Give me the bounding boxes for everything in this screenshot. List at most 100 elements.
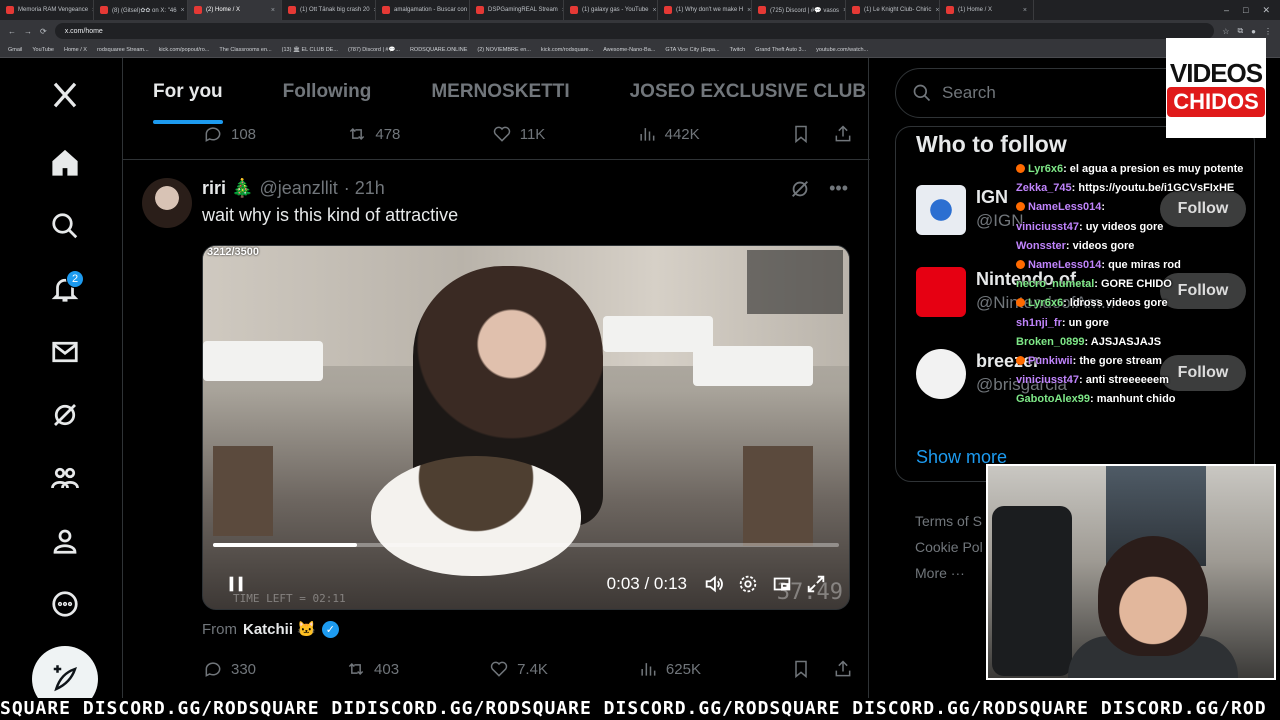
bookmark-item[interactable]: Grand Theft Auto 3... — [755, 47, 806, 53]
browser-tab[interactable]: (8) (Gitsel)✿✿ on X: "46 × — [94, 0, 188, 20]
bookmark-item[interactable]: rodsquaree Stream... — [97, 47, 149, 53]
chat-text: : anti streeeeeem — [1078, 374, 1169, 387]
bookmark-item[interactable]: kick.com/rodsquare... — [541, 47, 593, 53]
chat-badge-icon — [1016, 356, 1025, 366]
author-avatar[interactable] — [142, 178, 192, 228]
bookmark-item[interactable]: (787) Discord | #💬... — [348, 47, 400, 53]
bookmark-item[interactable]: (13) 🏛 EL CLUB DE... — [282, 47, 338, 53]
tab-favicon-icon — [100, 6, 108, 14]
browser-tab[interactable]: Memoria RAM Vengeance× — [0, 0, 94, 20]
reply-button[interactable]: 108 — [203, 124, 256, 144]
author-name[interactable]: riri 🎄 — [202, 178, 253, 199]
browser-tab[interactable]: (1) Why don't we make H × — [658, 0, 752, 20]
tab-title: DSPGamingREAL Stream — [488, 7, 558, 13]
settings-button[interactable] — [731, 567, 765, 601]
browser-tab[interactable]: (1) Le Knight Club- Chiric × — [846, 0, 940, 20]
star-icon[interactable]: ☆ — [1222, 27, 1229, 36]
more-link[interactable]: More ··· — [915, 560, 983, 586]
gear-icon — [739, 575, 757, 593]
bookmark-item[interactable]: youtube.com/watch... — [816, 47, 868, 53]
tab-mernosketti[interactable]: MERNOSKETTI — [401, 58, 599, 126]
video-progress-bar[interactable] — [213, 543, 839, 547]
browser-tab[interactable]: (1) Ott Tänak big crash 20× — [282, 0, 376, 20]
extensions-icon[interactable]: ⧉ — [1237, 26, 1243, 36]
bookmark-item[interactable]: Twitch — [730, 47, 746, 53]
close-tab-icon[interactable]: × — [747, 7, 751, 14]
close-tab-icon[interactable]: × — [271, 7, 275, 14]
close-tab-icon[interactable]: × — [653, 7, 657, 14]
browser-tab[interactable]: (725) Discord | #💬 vasos× — [752, 0, 846, 20]
bookmark-item[interactable]: The Classrooms en... — [219, 47, 271, 53]
terms-link[interactable]: Terms of S — [915, 508, 983, 534]
browser-tab[interactable]: (1) galaxy gas - YouTube × — [564, 0, 658, 20]
minimize-icon[interactable]: – — [1224, 5, 1229, 16]
chat-text: : the gore stream — [1072, 355, 1162, 368]
explore-search-icon[interactable] — [44, 205, 86, 247]
share-button[interactable] — [833, 124, 853, 144]
chat-username: Lyr6x6 — [1028, 297, 1064, 310]
share-icon — [835, 660, 851, 677]
menu-icon[interactable]: ⋮ — [1264, 27, 1272, 36]
source-account[interactable]: Katchii 🐱 — [243, 620, 316, 638]
tab-for-you[interactable]: For you — [123, 58, 253, 126]
bookmark-item[interactable]: YouTube — [32, 47, 54, 53]
grok-icon[interactable] — [44, 394, 86, 436]
close-tab-icon[interactable]: × — [935, 7, 939, 14]
tab-joseo-exclusive-club[interactable]: JOSEO EXCLUSIVE CLUB — [600, 58, 897, 126]
reply-button[interactable]: 330 — [203, 659, 256, 679]
maximize-icon[interactable]: □ — [1243, 5, 1248, 16]
bookmark-item[interactable]: (2) NOVIEMBRE en... — [477, 47, 531, 53]
volume-button[interactable] — [697, 567, 731, 601]
url-field[interactable]: x.com/home — [54, 23, 1215, 39]
bookmark-item[interactable]: kick.com/popout/ro... — [159, 47, 210, 53]
profile-person-icon[interactable] — [44, 520, 86, 562]
grok-icon[interactable] — [789, 178, 811, 200]
chat-username: GabotoAlex99 — [1016, 393, 1090, 406]
browser-tab[interactable]: DSPGamingREAL Stream× — [470, 0, 564, 20]
notifications-bell-icon[interactable]: 2 — [44, 268, 86, 310]
bookmark-item[interactable]: Home / X — [64, 47, 87, 53]
address-bar-row: ← → ⟳ x.com/home ☆ ⧉ ● ⋮ — [0, 20, 1280, 42]
browser-tab[interactable]: amalgamation - Buscar con× — [376, 0, 470, 20]
views-button[interactable]: 442K — [637, 124, 700, 144]
bookmark-button[interactable] — [791, 124, 811, 144]
repost-button[interactable]: 478 — [347, 124, 400, 144]
communities-icon[interactable] — [44, 457, 86, 499]
bookmark-item[interactable]: Gmail — [8, 47, 22, 53]
profile-icon[interactable]: ● — [1251, 27, 1256, 36]
more-options-icon[interactable]: ••• — [829, 178, 848, 200]
close-tab-icon[interactable]: × — [1023, 7, 1027, 14]
restaurant-table — [693, 346, 813, 386]
messages-envelope-icon[interactable] — [44, 331, 86, 373]
home-icon[interactable] — [44, 142, 86, 184]
cookie-policy-link[interactable]: Cookie Pol — [915, 534, 983, 560]
divider — [123, 159, 870, 160]
chat-message: NameLess014: — [1016, 198, 1246, 217]
more-circle-icon[interactable] — [44, 583, 86, 625]
bookmark-item[interactable]: RODSQUARE.ONLINE — [410, 47, 467, 53]
chat-username: NameLess014 — [1028, 201, 1102, 214]
close-tab-icon[interactable]: × — [181, 7, 185, 14]
browser-tab[interactable]: (2) Home / X × — [188, 0, 282, 20]
x-logo-icon[interactable] — [44, 74, 86, 116]
post-time[interactable]: · 21h — [344, 178, 385, 199]
views-button[interactable]: 625K — [638, 659, 701, 679]
share-button[interactable] — [833, 659, 853, 679]
like-button[interactable]: 7.4K — [489, 659, 548, 679]
close-window-icon[interactable]: ✕ — [1262, 5, 1270, 16]
bookmark-item[interactable]: Awesome-Nano-Ba... — [603, 47, 655, 53]
browser-tab[interactable]: (1) Home / X × — [940, 0, 1034, 20]
verified-badge-icon: ✓ — [321, 620, 339, 638]
author-handle[interactable]: @jeanzllit — [259, 178, 337, 199]
like-button[interactable]: 11K — [492, 124, 545, 144]
tab-title: (2) Home / X — [206, 7, 241, 13]
video-player[interactable]: 3212/3500 0:03 / 0:13 TIME LEFT = 02:11 … — [202, 245, 850, 610]
reload-icon[interactable]: ⟳ — [40, 27, 47, 36]
bookmark-button[interactable] — [791, 659, 811, 679]
repost-button[interactable]: 403 — [346, 659, 399, 679]
back-icon[interactable]: ← — [8, 27, 16, 36]
forward-icon[interactable]: → — [24, 27, 32, 36]
bookmark-item[interactable]: GTA Vice City (Espa... — [665, 47, 719, 53]
tab-following[interactable]: Following — [253, 58, 402, 126]
chat-text: : ldross videos gore — [1063, 297, 1168, 310]
